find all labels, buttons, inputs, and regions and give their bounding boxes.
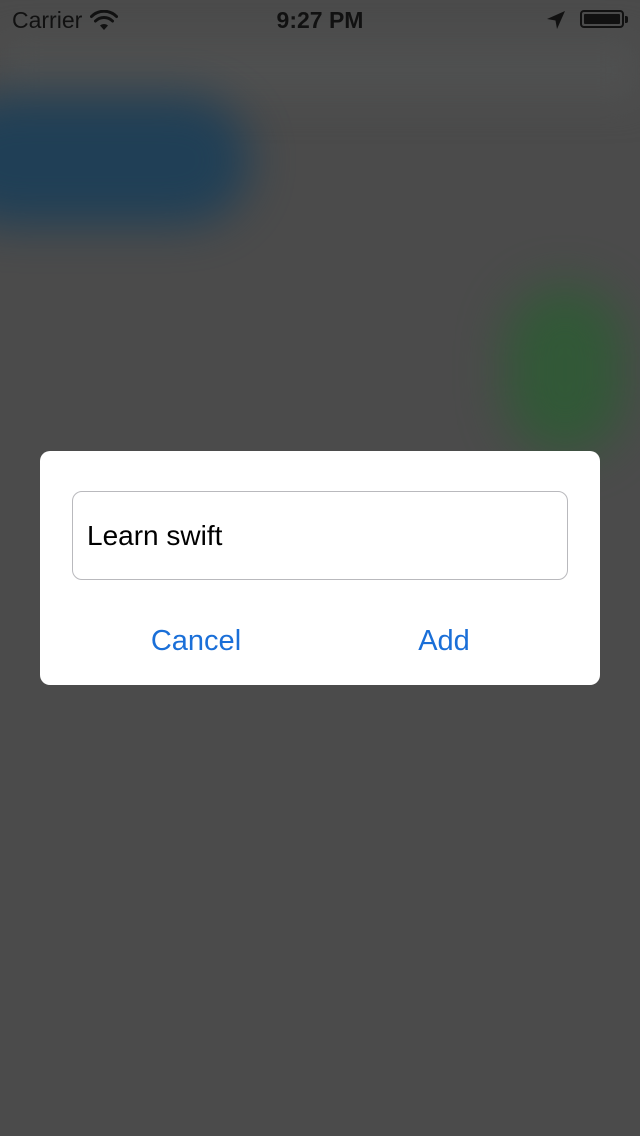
battery-icon <box>580 10 628 28</box>
add-button[interactable]: Add <box>320 601 568 681</box>
status-right-group <box>546 9 628 29</box>
add-item-alert: Cancel Add <box>40 451 600 685</box>
blurred-content-top <box>0 40 640 100</box>
cancel-button[interactable]: Cancel <box>72 601 320 681</box>
blurred-content-green <box>505 285 625 455</box>
battery-fill <box>584 14 620 24</box>
location-arrow-icon <box>546 9 566 29</box>
status-bar: Carrier 9:27 PM <box>0 0 640 40</box>
item-text-field[interactable] <box>72 491 568 580</box>
blurred-content-blue <box>0 95 250 225</box>
status-time: 9:27 PM <box>276 7 364 33</box>
alert-actions: Cancel Add <box>72 601 568 681</box>
